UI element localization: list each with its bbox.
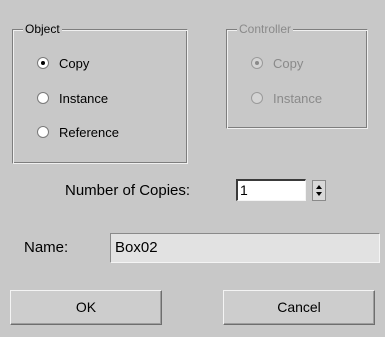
object-reference-label: Reference	[59, 124, 119, 140]
cancel-button[interactable]: Cancel	[223, 290, 375, 325]
object-instance-radio[interactable]: Instance	[37, 89, 108, 107]
controller-copy-radio: Copy	[251, 54, 303, 72]
spinner-up-arrow-icon[interactable]	[316, 185, 322, 189]
object-group-title: Object	[23, 21, 62, 37]
object-instance-label: Instance	[59, 90, 109, 106]
ok-button[interactable]: OK	[10, 290, 162, 325]
controller-group: Controller Copy Instance	[226, 21, 368, 129]
copies-label: Number of Copies:	[65, 182, 191, 199]
radio-unselected-icon[interactable]	[37, 92, 49, 104]
controller-copy-label: Copy	[273, 55, 304, 71]
radio-unselected-icon[interactable]	[37, 126, 49, 138]
radio-selected-icon[interactable]	[37, 57, 49, 69]
controller-instance-radio: Instance	[251, 89, 322, 107]
name-input[interactable]: Box02	[110, 233, 380, 263]
radio-selected-disabled-icon	[251, 57, 263, 69]
copies-spinner[interactable]	[312, 180, 326, 201]
radio-unselected-disabled-icon	[251, 92, 263, 104]
object-copy-label: Copy	[59, 55, 90, 71]
spinner-down-arrow-icon[interactable]	[316, 192, 322, 196]
controller-group-title: Controller	[237, 21, 294, 37]
object-group: Object Copy Instance Reference	[12, 21, 188, 164]
controller-instance-label: Instance	[273, 90, 323, 106]
name-label: Name:	[24, 239, 69, 256]
object-copy-radio[interactable]: Copy	[37, 54, 89, 72]
copies-input[interactable]: 1	[236, 179, 306, 201]
object-reference-radio[interactable]: Reference	[37, 123, 119, 141]
